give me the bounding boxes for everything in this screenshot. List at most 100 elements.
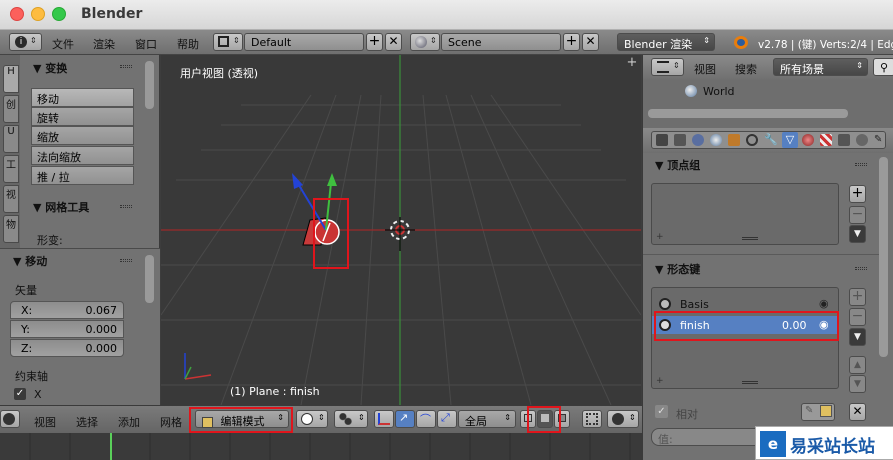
remove-layout-button[interactable]: ✕ [385, 33, 402, 51]
viewport-shading-select[interactable]: ⇕ [296, 410, 328, 428]
remove-shape-key-button[interactable]: − [849, 308, 866, 326]
material-tab-icon[interactable] [802, 134, 814, 146]
menu-help[interactable]: 帮助 [177, 36, 199, 52]
tab-tools[interactable]: H [3, 65, 19, 93]
outliner-display-filter[interactable]: 所有场景 ⇕ [773, 58, 868, 76]
timeline-strip[interactable] [0, 433, 642, 460]
menu-file[interactable]: 文件 [52, 36, 74, 52]
data-tab-icon[interactable]: ▽ [782, 132, 798, 148]
particles-tab-icon[interactable] [838, 134, 850, 146]
move-button[interactable]: 移动 [31, 88, 134, 107]
add-vertex-group-button[interactable]: + [849, 185, 866, 203]
rotate-button[interactable]: 旋转 [31, 107, 134, 126]
vertex-groups-list[interactable]: + [651, 183, 839, 245]
constraint-x-checkbox[interactable]: ✓ [14, 388, 26, 400]
scene-browse-button[interactable]: ⇕ [410, 33, 440, 51]
maximize-window-button[interactable] [52, 7, 66, 21]
transform-orientation-select[interactable]: 全局 ⇕ [458, 410, 516, 428]
outliner-scrollbar[interactable] [648, 109, 848, 118]
drag-handle-icon[interactable] [120, 65, 132, 68]
3d-menu-view[interactable]: 视图 [34, 414, 56, 430]
tab-physics[interactable]: 物 [3, 215, 19, 243]
3d-menu-select[interactable]: 选择 [76, 414, 98, 430]
layout-browse-button[interactable]: ⇕ [213, 33, 243, 51]
tab-grease-pencil[interactable]: 视 [3, 185, 19, 213]
remove-scene-button[interactable]: ✕ [582, 33, 599, 51]
plus-icon[interactable]: + [625, 56, 639, 71]
menu-render[interactable]: 渲染 [93, 36, 115, 52]
object-tab-icon[interactable] [728, 134, 740, 146]
redo-panel-scrollbar[interactable] [145, 255, 154, 303]
modifiers-tab-icon[interactable]: 🔧 [764, 134, 778, 146]
render-engine-select[interactable]: Blender 渲染 ⇕ [617, 33, 715, 51]
minimize-window-button[interactable] [31, 7, 45, 21]
constraints-tab-icon[interactable] [746, 134, 758, 146]
shape-key-edit-mode-button[interactable]: ✎ [801, 403, 835, 421]
manipulator-toggle[interactable] [374, 410, 394, 428]
tab-shading-uv[interactable]: U [3, 125, 19, 153]
add-scene-button[interactable]: + [563, 33, 580, 51]
tab-options[interactable]: 工 [3, 155, 19, 183]
transform-panel-header[interactable]: ▼ 变换 [33, 60, 67, 76]
menu-window[interactable]: 窗口 [135, 36, 157, 52]
vertex-groups-header[interactable]: ▼ 顶点组 [655, 157, 700, 173]
layout-name-field[interactable]: Default [244, 33, 364, 51]
mesh-tools-panel-header[interactable]: ▼ 网格工具 [33, 199, 89, 215]
shrink-fatten-button[interactable]: 法向缩放 [31, 146, 134, 165]
shape-key-specials-button[interactable]: ▼ [849, 328, 866, 346]
remove-vertex-group-button[interactable]: − [849, 206, 866, 224]
drag-handle-icon[interactable] [120, 259, 132, 262]
pivot-point-select[interactable]: ⇕ [334, 410, 368, 428]
clear-shape-keys-button[interactable]: ✕ [849, 403, 866, 421]
occlude-geometry-toggle[interactable] [582, 410, 602, 428]
scene-name-field[interactable]: Scene [441, 33, 561, 51]
pin-icon[interactable]: ✎ [874, 134, 884, 146]
vector-y-field[interactable]: Y: 0.000 [10, 320, 124, 338]
outliner-menu-search[interactable]: 搜索 [735, 61, 757, 77]
outliner-icon [657, 61, 669, 73]
eye-icon[interactable]: ◉ [819, 297, 829, 310]
3d-menu-mesh[interactable]: 网格 [160, 414, 182, 430]
render-layers-icon[interactable] [674, 134, 686, 146]
move-shape-key-down-button[interactable]: ▼ [849, 375, 866, 393]
close-window-button[interactable] [10, 7, 24, 21]
drag-handle-icon[interactable] [120, 205, 132, 208]
move-shape-key-up-button[interactable]: ▲ [849, 356, 866, 374]
scene-tab-icon[interactable] [692, 134, 704, 146]
outliner-editor-type[interactable]: ⇕ [651, 58, 684, 76]
world-tab-icon[interactable] [710, 134, 722, 146]
resize-handle-icon[interactable] [742, 381, 758, 384]
scale-button[interactable]: 缩放 [31, 126, 134, 145]
3d-menu-add[interactable]: 添加 [118, 414, 140, 430]
editor-type-button[interactable]: i ⇕ [9, 33, 42, 51]
vector-z-field[interactable]: Z: 0.000 [10, 339, 124, 357]
tab-create[interactable]: 创 [3, 95, 19, 123]
resize-handle-icon[interactable] [742, 237, 758, 240]
add-shape-key-button[interactable]: + [849, 288, 866, 306]
3d-viewport[interactable]: 用户视图 (透视) (1) Plane : finish + [161, 55, 641, 405]
render-tab-icon[interactable] [656, 134, 668, 146]
outliner-search-field[interactable]: ⚲ [873, 58, 893, 76]
drag-handle-icon[interactable] [855, 163, 867, 166]
translate-manipulator-button[interactable]: ↗ [395, 410, 415, 428]
move-panel-header[interactable]: ▼ 移动 [13, 253, 47, 269]
outliner-menu-view[interactable]: 视图 [694, 61, 716, 77]
texture-tab-icon[interactable] [820, 134, 832, 146]
scale-manipulator-button[interactable]: ⤢ [437, 410, 457, 428]
shape-keys-header[interactable]: ▼ 形态键 [655, 261, 700, 277]
3d-editor-type-button[interactable] [0, 410, 20, 428]
relative-checkbox[interactable]: ✓ [655, 405, 668, 418]
close-icon: ✕ [388, 34, 399, 48]
physics-tab-icon[interactable] [856, 134, 868, 146]
rotate-manipulator-button[interactable]: ⌒ [416, 410, 436, 428]
proportional-edit-select[interactable]: ⇕ [607, 410, 639, 428]
outliner-world-item[interactable]: World [703, 85, 735, 98]
push-pull-button[interactable]: 推 / 拉 [31, 166, 134, 185]
deform-label: 形变: [37, 234, 63, 247]
vector-x-field[interactable]: X: 0.067 [10, 301, 124, 319]
vertex-group-specials-button[interactable]: ▼ [849, 225, 866, 243]
properties-scrollbar[interactable] [879, 157, 888, 357]
tool-shelf-scrollbar[interactable] [145, 61, 154, 109]
drag-handle-icon[interactable] [855, 267, 867, 270]
add-layout-button[interactable]: + [366, 33, 383, 51]
